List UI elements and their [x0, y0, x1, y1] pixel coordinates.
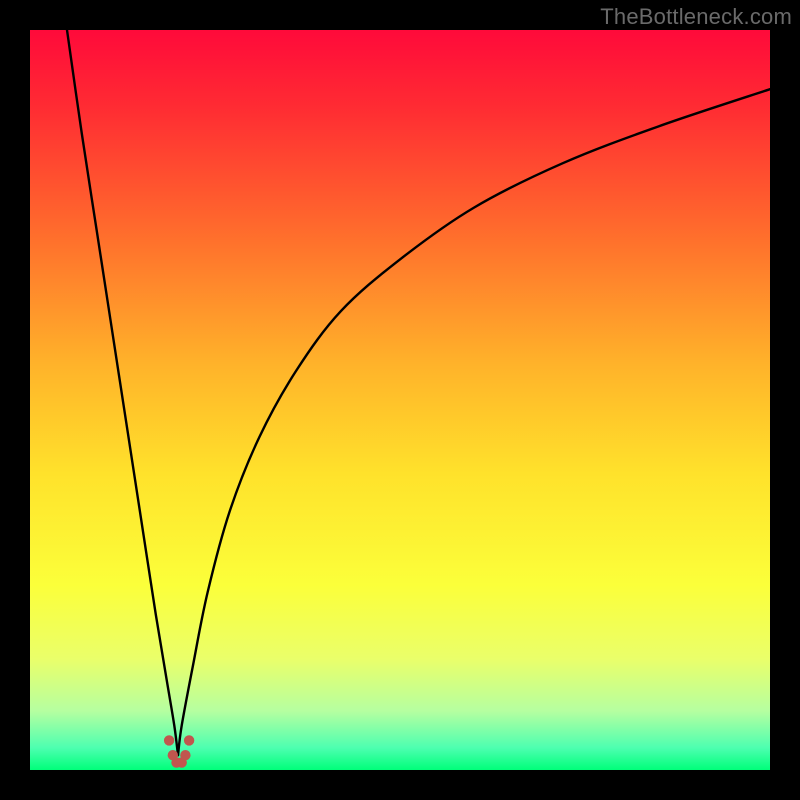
attribution-text: TheBottleneck.com [600, 4, 792, 30]
cusp-marker-dot [184, 735, 194, 745]
chart-frame: TheBottleneck.com [0, 0, 800, 800]
cusp-marker-dot [180, 750, 190, 760]
chart-svg [30, 30, 770, 770]
cusp-marker-dot [164, 735, 174, 745]
gradient-background [30, 30, 770, 770]
plot-area [30, 30, 770, 770]
